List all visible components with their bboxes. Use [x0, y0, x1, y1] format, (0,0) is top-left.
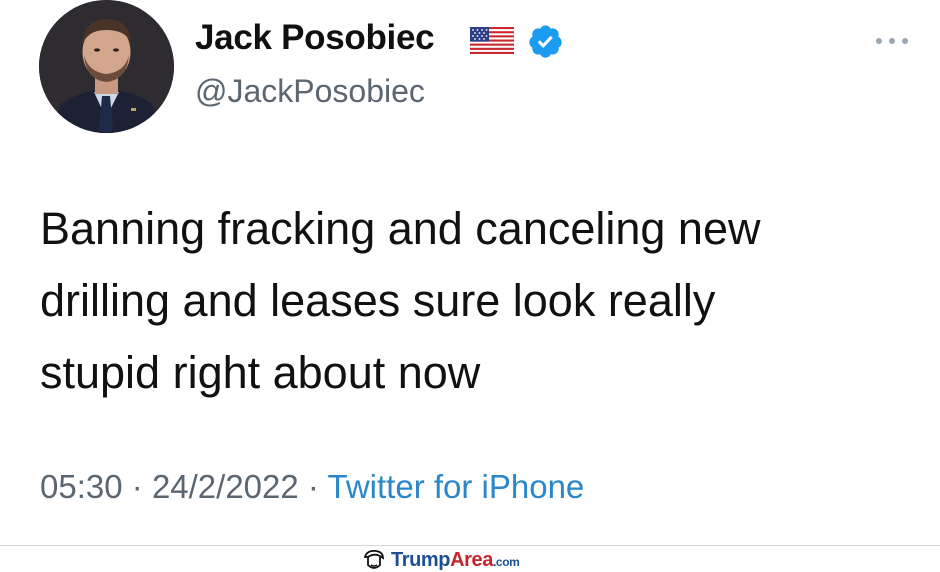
more-options-button[interactable]	[874, 34, 914, 48]
verified-badge-icon	[529, 25, 562, 58]
more-options-icon	[876, 38, 882, 44]
avatar[interactable]	[39, 0, 174, 133]
meta-separator: ·	[131, 468, 143, 505]
trump-hair-icon	[363, 549, 384, 569]
tweet-text: Banning fracking and canceling new drill…	[40, 203, 761, 398]
tweet-source-link[interactable]: Twitter for iPhone	[328, 468, 585, 505]
watermark-brand-main: Trump	[391, 549, 451, 571]
profile-photo	[39, 0, 174, 133]
tweet-card: Jack Posobiec @JackPosobiec Banning frac…	[0, 0, 940, 546]
more-options-icon-dot	[902, 38, 908, 44]
display-name[interactable]: Jack Posobiec	[195, 18, 435, 58]
tweet-metadata: 05:30 · 24/2/2022 · Twitter for iPhone	[40, 468, 584, 506]
more-options-icon-dot	[889, 38, 895, 44]
tweet-date[interactable]: 24/2/2022	[152, 468, 299, 505]
watermark-brand: TrumpArea.com	[391, 549, 520, 572]
tweet-time[interactable]: 05:30	[40, 468, 123, 505]
meta-separator: ·	[307, 468, 319, 505]
watermark-brand-accent: Area	[450, 549, 493, 571]
us-flag-icon	[470, 27, 514, 54]
watermark-brand-suffix: .com	[493, 555, 520, 569]
user-handle[interactable]: @JackPosobiec	[195, 73, 425, 110]
